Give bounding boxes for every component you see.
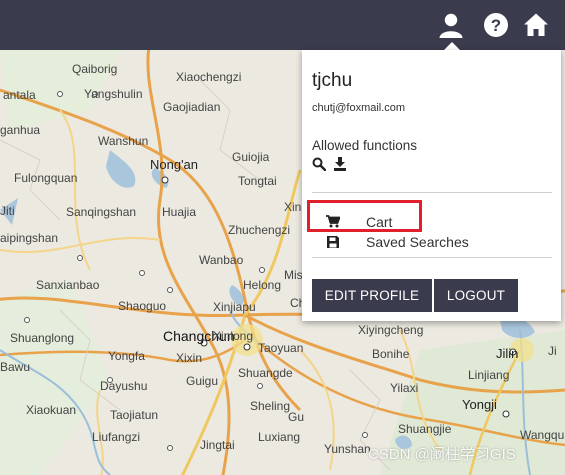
- map-label: Xin: [284, 200, 302, 214]
- svg-text:?: ?: [491, 16, 501, 35]
- map-label: Yilaxi: [390, 381, 419, 395]
- help-icon[interactable]: ?: [479, 8, 513, 42]
- map-label: Yangshulin: [84, 87, 143, 101]
- user-profile-dropdown: tjchu chutj@foxmail.com Allowed function…: [302, 50, 561, 321]
- map-label: Bawu: [0, 360, 31, 374]
- menu-item-cart[interactable]: Cart: [312, 212, 552, 232]
- map-label: Bonihe: [372, 347, 410, 361]
- map-label: Zhuchengzi: [228, 223, 291, 237]
- map-label: Qaiborig: [72, 62, 118, 76]
- map-label: Sanxianbao: [36, 278, 100, 292]
- map-label: Gaojiadian: [163, 100, 221, 114]
- map-label: Jingtai: [200, 438, 235, 452]
- map-label: Liufangzi: [92, 430, 141, 444]
- map-label: Xinlong: [213, 329, 254, 343]
- map-label: antala: [3, 88, 36, 102]
- map-label: Huajia: [162, 205, 197, 219]
- map-label: Mis: [284, 268, 303, 282]
- divider: [312, 192, 552, 193]
- download-icon: [333, 157, 347, 176]
- map-label: Xixin: [176, 351, 203, 365]
- menu-item-label: Saved Searches: [366, 234, 469, 250]
- map-label: Xiaochengzi: [176, 70, 242, 84]
- map-label: Gu: [288, 410, 305, 424]
- map-label: Dayushu: [100, 379, 148, 393]
- map-label: aipingshan: [0, 231, 59, 245]
- map-label: Guigu: [186, 374, 219, 388]
- map-label: Wanshun: [98, 134, 149, 148]
- map-label: Shaoguo: [118, 299, 167, 313]
- top-header-bar: ?: [0, 0, 565, 50]
- map-label: Sheling: [250, 399, 291, 413]
- username: tjchu: [312, 70, 353, 91]
- map-label: Helong: [243, 278, 282, 292]
- map-label: Fulongquan: [14, 171, 78, 185]
- map-label: Guiojia: [232, 150, 270, 164]
- map-label: Xiyingcheng: [358, 323, 424, 337]
- map-label: Sanqingshan: [66, 205, 137, 219]
- user-email: chutj@foxmail.com: [312, 102, 406, 114]
- logout-button[interactable]: LOGOUT: [434, 279, 518, 312]
- map-label: Shuangde: [238, 366, 293, 380]
- saved-searches-icon: [326, 235, 340, 254]
- cart-icon: [326, 215, 341, 233]
- map-label: Ji: [548, 344, 557, 358]
- map-label: Taojiatun: [110, 408, 159, 422]
- map-label: Shuanglong: [10, 331, 75, 345]
- map-label: Jilin: [496, 346, 519, 361]
- map-label: Xiaokuan: [26, 403, 77, 417]
- menu-item-label: Cart: [366, 214, 393, 230]
- map-label: Yongfa: [108, 349, 145, 363]
- map-label: Yongji: [462, 397, 497, 412]
- dropdown-caret: [444, 42, 460, 50]
- map-label: Wanbao: [199, 253, 244, 267]
- allowed-functions-icons: [312, 157, 347, 176]
- allowed-functions-label: Allowed functions: [312, 138, 418, 153]
- map-label: ganhua: [0, 123, 41, 137]
- search-icon: [312, 157, 327, 176]
- edit-profile-button[interactable]: EDIT PROFILE: [312, 279, 432, 312]
- map-label: Yunshan: [324, 442, 371, 456]
- map-label: Luxiang: [258, 430, 301, 444]
- divider: [312, 257, 552, 258]
- map-label: Tongtai: [238, 174, 277, 188]
- map-label: Taoyuan: [258, 341, 304, 355]
- map-label: Xinjiapu: [213, 300, 256, 314]
- map-label: Nong'an: [150, 157, 199, 172]
- map-label: Wangqu: [520, 428, 565, 442]
- user-icon[interactable]: [434, 8, 468, 42]
- map-label: Shuangjie: [398, 422, 452, 436]
- watermark: CSDN @阚柱学习GIS: [368, 446, 516, 463]
- map-label: Linjiang: [468, 368, 510, 382]
- home-icon[interactable]: [519, 8, 553, 42]
- map-label: Jiti: [0, 204, 15, 218]
- menu-item-saved-searches[interactable]: Saved Searches: [312, 232, 552, 252]
